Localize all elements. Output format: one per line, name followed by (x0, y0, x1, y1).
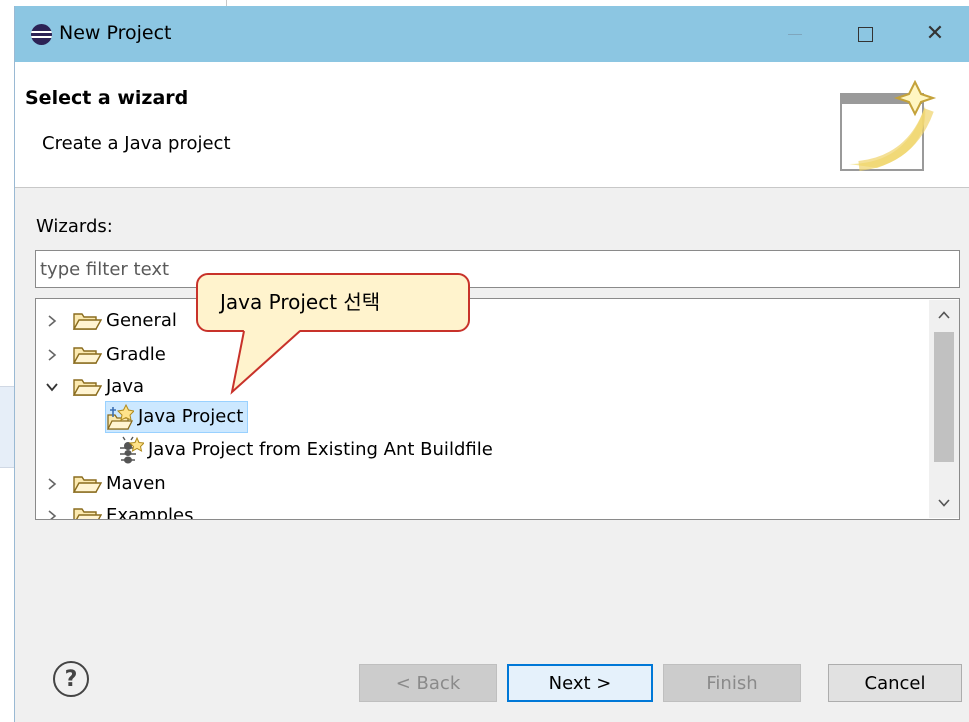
maximize-icon (857, 26, 873, 42)
tree-item-label: Gradle (106, 344, 166, 365)
tree-item-java[interactable]: Java (42, 372, 144, 402)
tree-item-java-project[interactable]: Java Project (104, 401, 249, 433)
tree-item-label: Java Project (138, 406, 244, 427)
chevron-down-icon[interactable] (42, 372, 62, 402)
minimize-button[interactable] (760, 6, 830, 62)
scroll-up-button[interactable] (929, 300, 959, 330)
scroll-down-button[interactable] (929, 488, 959, 518)
chevron-right-icon[interactable] (42, 469, 62, 499)
wizard-header: Select a wizard Create a Java project (15, 62, 969, 188)
new-wizard-banner-icon (840, 80, 937, 171)
folder-icon (72, 347, 102, 364)
page-title: Select a wizard (25, 87, 189, 109)
minimize-icon (788, 33, 802, 35)
back-button[interactable]: < Back (359, 664, 497, 702)
finish-button[interactable]: Finish (663, 664, 801, 702)
tree-item-label: General (106, 310, 177, 331)
next-button[interactable]: Next > (507, 664, 653, 702)
folder-icon (73, 508, 102, 519)
ant-buildfile-icon (120, 436, 144, 464)
tree-item-label: Java Project from Existing Ant Buildfile (148, 439, 493, 460)
title-bar[interactable]: New Project ✕ (15, 6, 969, 62)
page-description: Create a Java project (42, 133, 231, 154)
chevron-right-icon[interactable] (42, 501, 62, 519)
tree-item-general[interactable]: General (42, 306, 177, 336)
wizards-label: Wizards: (36, 216, 113, 237)
tree-scrollbar[interactable] (929, 300, 959, 518)
annotation-callout: Java Project 선택 (196, 273, 470, 332)
chevron-right-icon[interactable] (42, 306, 62, 336)
scroll-thumb[interactable] (934, 332, 954, 462)
close-icon: ✕ (925, 21, 945, 46)
folder-icon (72, 313, 102, 330)
folder-open-icon (72, 379, 102, 396)
tree-item-label: Examples (106, 505, 194, 520)
window-title: New Project (59, 22, 172, 44)
cancel-button[interactable]: Cancel (828, 664, 962, 702)
folder-icon (72, 476, 102, 493)
close-button[interactable]: ✕ (900, 6, 969, 62)
tree-item-maven[interactable]: Maven (42, 469, 166, 499)
wizard-tree[interactable]: General Gradle Java Java Project Java Pr… (35, 298, 960, 520)
help-button[interactable]: ? (53, 661, 89, 697)
chevron-right-icon[interactable] (42, 340, 62, 370)
java-project-icon (106, 403, 134, 430)
tree-item-gradle[interactable]: Gradle (42, 340, 166, 370)
tree-item-label: Maven (106, 473, 166, 494)
tree-item-examples[interactable]: Examples (42, 501, 194, 520)
tree-item-java-project-ant[interactable]: Java Project from Existing Ant Buildfile (116, 435, 493, 465)
maximize-button[interactable] (830, 6, 900, 62)
filter-input[interactable] (35, 250, 960, 288)
eclipse-icon (31, 24, 52, 45)
new-project-dialog: New Project ✕ Select a wizard Create a J… (14, 6, 969, 722)
chevron-up-icon (938, 311, 950, 319)
tree-item-label: Java (106, 376, 145, 397)
chevron-down-icon (938, 499, 950, 507)
